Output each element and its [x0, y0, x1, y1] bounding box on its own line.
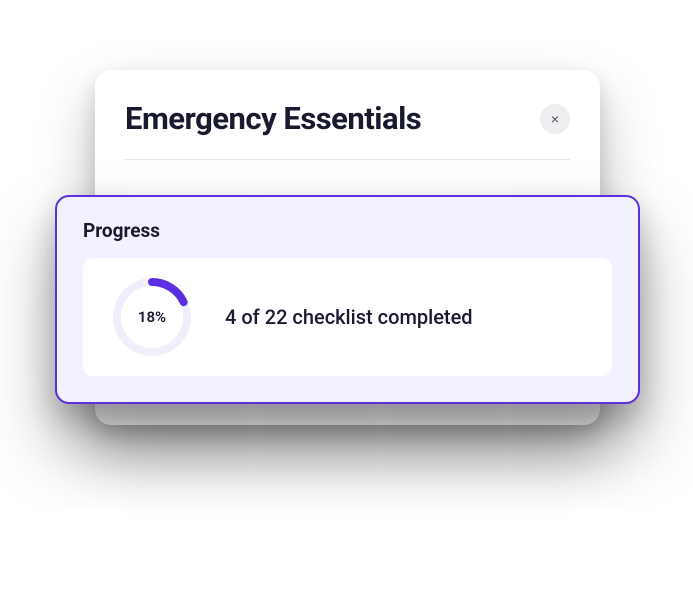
progress-card: Progress 18% 4 of 22 checklist completed [55, 195, 640, 404]
close-icon: × [551, 111, 559, 127]
progress-summary: 4 of 22 checklist completed [225, 305, 473, 329]
progress-content: 18% 4 of 22 checklist completed [83, 258, 612, 376]
progress-ring: 18% [111, 276, 193, 358]
close-button[interactable]: × [540, 104, 570, 134]
progress-percent-text: 18% [138, 308, 166, 326]
progress-heading: Progress [83, 219, 612, 242]
card-header: Emergency Essentials × [125, 100, 570, 160]
page-title: Emergency Essentials [125, 100, 421, 137]
